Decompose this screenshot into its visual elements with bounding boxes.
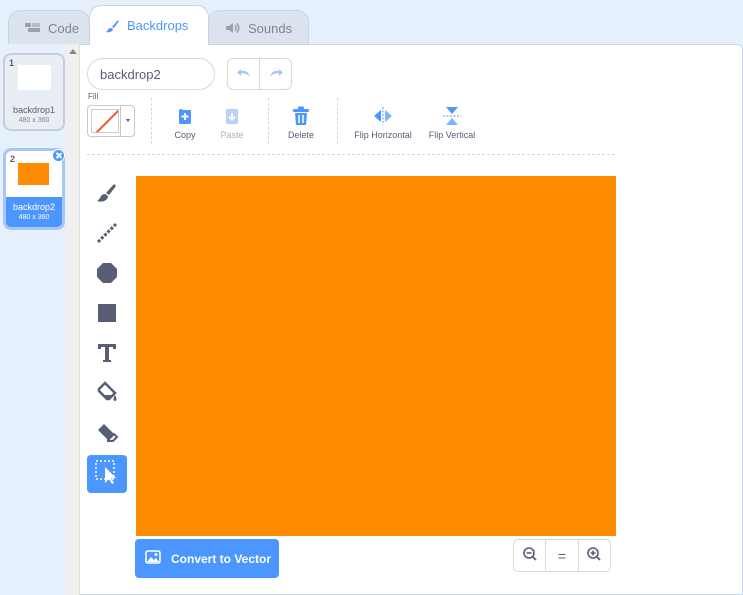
delete-button[interactable]: Delete: [284, 104, 318, 140]
zoom-controls: =: [513, 539, 611, 572]
tab-code[interactable]: Code: [8, 10, 90, 45]
convert-label: Convert to Vector: [171, 551, 272, 566]
tab-backdrops-label: Backdrops: [127, 18, 189, 33]
undo-button[interactable]: [228, 59, 259, 89]
zoom-reset-label: =: [557, 547, 567, 564]
text-icon: [95, 341, 119, 370]
fill-swatch: [91, 109, 119, 133]
backdrop-name-input[interactable]: [87, 58, 215, 90]
line-icon: [95, 221, 119, 250]
backdrop-thumbnail-2[interactable]: 2 backdrop2 480 x 360: [3, 148, 65, 230]
flip-horizontal-icon: [350, 104, 416, 128]
redo-button[interactable]: [259, 59, 291, 89]
backdrop-size: 480 x 360: [18, 214, 50, 221]
zoom-reset-button[interactable]: =: [545, 540, 577, 571]
convert-to-vector-button[interactable]: Convert to Vector: [135, 539, 279, 578]
backdrop-thumbnail-1[interactable]: 1 backdrop1 480 x 360: [3, 53, 65, 131]
delete-backdrop-button[interactable]: [52, 149, 65, 162]
paste-button[interactable]: Paste: [217, 104, 247, 140]
chevron-down-icon: [120, 106, 134, 136]
tab-code-label: Code: [48, 20, 80, 36]
code-icon: [25, 22, 41, 34]
flip-horizontal-label: Flip Horizontal: [354, 130, 412, 140]
zoom-out-icon: [522, 546, 538, 565]
paste-icon: [217, 104, 247, 128]
text-tool[interactable]: [87, 336, 127, 374]
scroll-up-icon[interactable]: [69, 49, 77, 54]
paintbrush-icon: [106, 19, 120, 33]
paste-label: Paste: [220, 130, 244, 140]
undo-icon: [236, 65, 252, 83]
redo-icon: [268, 65, 284, 83]
flip-vertical-button[interactable]: Flip Vertical: [424, 104, 480, 140]
eraser-tool[interactable]: [87, 416, 127, 454]
copy-label: Copy: [174, 130, 196, 140]
undo-redo-group: [227, 58, 292, 90]
brush-icon: [95, 181, 119, 210]
fill-tool[interactable]: [87, 376, 127, 414]
backdrop-name: backdrop1: [12, 105, 56, 115]
image-icon: [145, 550, 161, 567]
brush-tool[interactable]: [87, 176, 127, 214]
zoom-out-button[interactable]: [514, 540, 545, 571]
select-icon: [94, 459, 120, 490]
tab-sounds[interactable]: Sounds: [208, 10, 309, 45]
tab-backdrops[interactable]: Backdrops: [89, 5, 209, 45]
tab-sounds-label: Sounds: [248, 20, 293, 36]
speaker-icon: [225, 22, 241, 34]
delete-label: Delete: [287, 130, 314, 140]
rectangle-icon: [95, 301, 119, 330]
flip-vertical-label: Flip Vertical: [428, 130, 476, 140]
flip-vertical-icon: [424, 104, 480, 128]
backdrop-name: backdrop2: [12, 202, 56, 212]
copy-button[interactable]: Copy: [170, 104, 200, 140]
zoom-in-button[interactable]: [577, 540, 610, 571]
flip-horizontal-button[interactable]: Flip Horizontal: [350, 104, 416, 140]
backdrop-number: 2: [10, 154, 16, 164]
select-tool[interactable]: [87, 455, 127, 493]
fill-label: Fill: [88, 92, 99, 101]
backdrop-size: 480 x 360: [18, 117, 50, 124]
eraser-icon: [95, 421, 119, 450]
backdrop-preview: [18, 65, 51, 90]
fill-icon: [95, 380, 119, 410]
backdrop-preview: [18, 163, 49, 185]
backdrop-number: 1: [9, 58, 15, 68]
copy-icon: [170, 104, 200, 128]
paint-canvas[interactable]: [136, 176, 616, 536]
circle-tool[interactable]: [87, 256, 127, 294]
fill-color-picker[interactable]: [87, 105, 135, 137]
line-tool[interactable]: [87, 216, 127, 254]
trash-icon: [284, 104, 318, 128]
circle-icon: [95, 261, 119, 290]
list-scrollbar[interactable]: [66, 44, 80, 595]
rectangle-tool[interactable]: [87, 296, 127, 334]
zoom-in-icon: [586, 546, 602, 565]
